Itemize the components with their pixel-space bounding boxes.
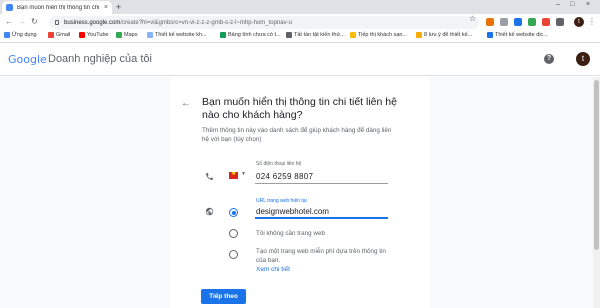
browser-profile-avatar[interactable]: t [574, 17, 584, 27]
page-icon [487, 32, 493, 38]
google-logo-text: Google [8, 53, 47, 66]
next-button[interactable]: Tiếp theo [201, 289, 246, 304]
bookmark-gmail[interactable]: Gmail [48, 32, 70, 38]
tab-close-icon[interactable]: × [104, 4, 108, 11]
bookmark-label: Bảng tính chưa có t... [228, 32, 281, 38]
close-window-button[interactable]: × [586, 1, 590, 8]
page-icon [286, 32, 292, 38]
sheets-icon [220, 32, 226, 38]
url-field-underline [255, 217, 388, 219]
youtube-icon [79, 32, 85, 38]
bookmark-label: Thiết kế website kh... [155, 32, 207, 38]
extension-icon[interactable] [528, 18, 536, 26]
address-bar-url[interactable]: business.google.com/create?hl=vi&gmbsrc=… [64, 20, 292, 26]
bookmark-label: YouTube [87, 32, 109, 38]
extension-icon[interactable] [514, 18, 522, 26]
bookmark-label: Gmail [56, 32, 71, 38]
browser-tab-active[interactable]: Bạn muốn hiển thị thông tin chi × [2, 1, 112, 14]
browser-toolbar: ← → ↻ business.google.com/create?hl=vi&g… [0, 14, 600, 31]
minimize-window-button[interactable]: – [556, 1, 560, 8]
back-arrow-icon[interactable]: ← [181, 98, 191, 109]
bookmark-maps[interactable]: Maps [116, 32, 137, 38]
phone-icon [206, 173, 213, 180]
url-path: /create?hl=vi&gmbsrc=vn-vi-z-z-z-gmb-s-z… [120, 19, 292, 26]
bookmark-item[interactable]: 8 lưu ý để thiết kế... [416, 32, 472, 38]
address-bar[interactable]: business.google.com/create?hl=vi&gmbsrc=… [49, 16, 479, 29]
page-icon [350, 32, 356, 38]
radio-current-url[interactable] [229, 208, 238, 217]
see-details-link[interactable]: Xem chi tiết [256, 266, 290, 273]
tab-title: Bạn muốn hiển thị thông tin chi [17, 4, 100, 11]
reload-button[interactable]: ↻ [31, 17, 38, 27]
bookmark-apps[interactable]: Ứng dụng [4, 32, 37, 38]
new-tab-button[interactable]: + [116, 2, 121, 12]
extension-icon[interactable] [542, 18, 550, 26]
phone-field-underline [255, 183, 388, 184]
back-button[interactable]: ← [5, 17, 13, 27]
browser-tab-strip: Bạn muốn hiển thị thông tin chi × + – □ … [0, 0, 600, 14]
account-avatar[interactable]: t [576, 52, 590, 66]
phone-field-label: Số điện thoại liên hệ [256, 161, 302, 167]
forward-button[interactable]: → [18, 17, 26, 27]
bookmark-item[interactable]: Bảng tính chưa có t... [220, 32, 281, 38]
lock-icon [55, 20, 59, 25]
bookmarks-bar: Ứng dụng Gmail YouTube Maps Thiết kế web… [0, 31, 600, 43]
vietnam-flag-icon[interactable] [229, 170, 238, 179]
gmail-icon [48, 32, 54, 38]
page-subtitle: Thêm thông tin này vào danh sách để giúp… [202, 127, 392, 143]
option-free-website-label[interactable]: Tạo một trang web miễn phí dựa trên thôn… [256, 247, 386, 265]
website-url-field[interactable]: designwebhotel.com [256, 207, 329, 216]
url-host: business.google.com [64, 19, 121, 26]
maximize-window-button[interactable]: □ [570, 1, 574, 8]
url-field-label: URL trang web hiện tại [256, 198, 307, 204]
bookmark-label: 8 lưu ý để thiết kế... [424, 32, 473, 38]
bookmark-label: Maps [124, 32, 138, 38]
bookmark-youtube[interactable]: YouTube [79, 32, 109, 38]
google-my-business-favicon-icon [6, 4, 13, 11]
bookmark-item[interactable]: Tiếp thị khách sạn... [350, 32, 407, 38]
page-title: Bạn muốn hiển thị thông tin chi tiết liê… [202, 96, 397, 121]
extension-icon[interactable] [556, 18, 564, 26]
globe-icon [205, 207, 214, 216]
page-icon [147, 32, 153, 38]
bookmark-star-icon[interactable]: ☆ [469, 14, 476, 23]
extension-icon[interactable] [486, 18, 494, 26]
radio-free-website[interactable] [229, 250, 238, 259]
page-icon [416, 32, 422, 38]
phone-field[interactable]: 024 6259 8807 [256, 172, 313, 181]
help-icon[interactable]: ? [544, 54, 554, 64]
bookmark-item[interactable]: Thiết kế website kh... [147, 32, 207, 38]
bookmark-label: Thiết kế website dịc... [495, 32, 548, 38]
maps-icon [116, 32, 122, 38]
country-dropdown-caret-icon[interactable]: ▼ [241, 171, 246, 177]
bookmark-label: Ứng dụng [12, 32, 37, 38]
product-name: Doanh nghiệp của tôi [48, 53, 152, 65]
scrollbar-thumb[interactable] [594, 80, 599, 250]
google-logo[interactable]: Google [8, 53, 47, 66]
bookmark-item[interactable]: Tất tần tật kiến thứ... [286, 32, 345, 38]
bookmark-label: Tiếp thị khách sạn... [358, 32, 408, 38]
extension-icon[interactable] [500, 18, 508, 26]
apps-grid-icon [4, 32, 10, 38]
browser-menu-icon[interactable]: ⋮ [588, 17, 596, 27]
bookmark-label: Tất tần tật kiến thứ... [294, 32, 345, 38]
radio-no-website[interactable] [229, 229, 238, 238]
app-header: Google Doanh nghiệp của tôi ? t [0, 44, 600, 76]
option-no-website-label[interactable]: Tôi không cần trang web [256, 229, 386, 238]
bookmark-item[interactable]: Thiết kế website dịc... [487, 32, 548, 38]
